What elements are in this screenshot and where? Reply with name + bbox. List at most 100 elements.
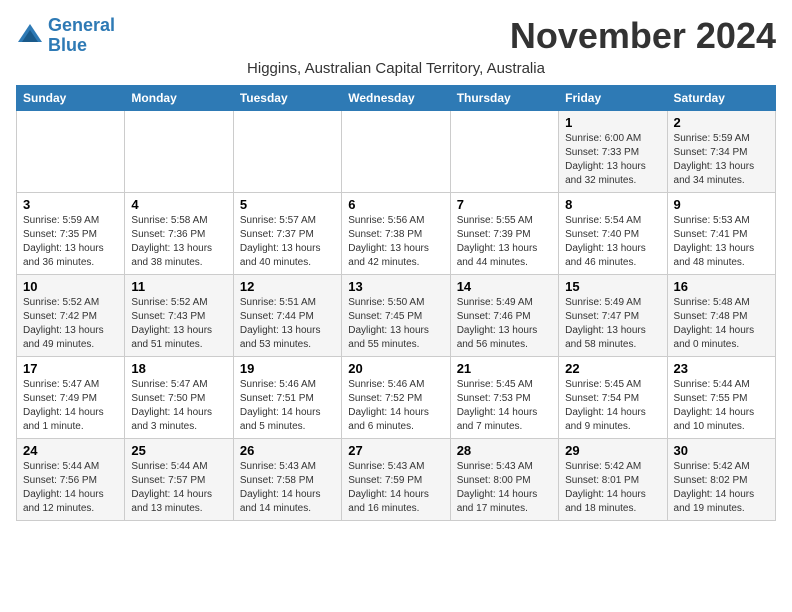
day-cell: 13 Sunrise: 5:50 AM Sunset: 7:45 PM Dayli… [342,274,450,356]
day-cell [342,110,450,192]
day-info: Sunrise: 5:51 AM Sunset: 7:44 PM Dayligh… [240,296,335,352]
day-cell: 8 Sunrise: 5:54 AM Sunset: 7:40 PM Daylig… [559,192,667,274]
day-cell: 22 Sunrise: 5:45 AM Sunset: 7:54 PM Dayli… [559,356,667,438]
day-number: 20 [348,361,443,376]
header-row: SundayMondayTuesdayWednesdayThursdayFrid… [17,85,776,110]
day-info: Sunrise: 5:53 AM Sunset: 7:41 PM Dayligh… [674,214,769,270]
day-info: Sunrise: 5:42 AM Sunset: 8:02 PM Dayligh… [674,460,769,516]
day-number: 25 [131,443,226,458]
day-cell: 23 Sunrise: 5:44 AM Sunset: 7:55 PM Dayli… [667,356,775,438]
day-info: Sunrise: 5:45 AM Sunset: 7:53 PM Dayligh… [457,378,552,434]
logo-line1: General [48,15,115,35]
day-info: Sunrise: 5:47 AM Sunset: 7:50 PM Dayligh… [131,378,226,434]
day-number: 10 [23,279,118,294]
day-info: Sunrise: 5:52 AM Sunset: 7:42 PM Dayligh… [23,296,118,352]
header-cell-wednesday: Wednesday [342,85,450,110]
day-info: Sunrise: 5:49 AM Sunset: 7:46 PM Dayligh… [457,296,552,352]
header-cell-saturday: Saturday [667,85,775,110]
title-block: November 2024 [510,16,776,56]
day-cell [17,110,125,192]
day-info: Sunrise: 5:54 AM Sunset: 7:40 PM Dayligh… [565,214,660,270]
day-number: 7 [457,197,552,212]
day-cell [450,110,558,192]
subtitle: Higgins, Australian Capital Territory, A… [16,60,776,77]
day-cell: 16 Sunrise: 5:48 AM Sunset: 7:48 PM Dayli… [667,274,775,356]
day-cell: 29Sunrise: 5:42 AM Sunset: 8:01 PM Dayli… [559,438,667,520]
page-container: General Blue November 2024 Higgins, Aust… [16,16,776,521]
day-info: Sunrise: 5:44 AM Sunset: 7:55 PM Dayligh… [674,378,769,434]
day-cell: 18 Sunrise: 5:47 AM Sunset: 7:50 PM Dayli… [125,356,233,438]
day-number: 12 [240,279,335,294]
day-cell [125,110,233,192]
header-cell-monday: Monday [125,85,233,110]
day-number: 21 [457,361,552,376]
day-cell: 2 Sunrise: 5:59 AM Sunset: 7:34 PM Daylig… [667,110,775,192]
week-row-5: 24 Sunrise: 5:44 AM Sunset: 7:56 PM Dayli… [17,438,776,520]
logo-text: General Blue [48,16,115,56]
day-info: Sunrise: 5:43 AM Sunset: 7:59 PM Dayligh… [348,460,443,516]
day-number: 4 [131,197,226,212]
month-title: November 2024 [510,16,776,56]
logo: General Blue [16,16,115,56]
day-number: 22 [565,361,660,376]
day-cell: 5 Sunrise: 5:57 AM Sunset: 7:37 PM Daylig… [233,192,341,274]
day-number: 26 [240,443,335,458]
day-number: 27 [348,443,443,458]
day-cell: 24 Sunrise: 5:44 AM Sunset: 7:56 PM Dayli… [17,438,125,520]
logo-line2: Blue [48,35,87,55]
day-info: Sunrise: 5:42 AM Sunset: 8:01 PM Dayligh… [565,460,660,516]
day-info: Sunrise: 5:49 AM Sunset: 7:47 PM Dayligh… [565,296,660,352]
day-cell: 15 Sunrise: 5:49 AM Sunset: 7:47 PM Dayli… [559,274,667,356]
header-top: General Blue November 2024 [16,16,776,56]
day-info: Sunrise: 5:47 AM Sunset: 7:49 PM Dayligh… [23,378,118,434]
week-row-3: 10 Sunrise: 5:52 AM Sunset: 7:42 PM Dayli… [17,274,776,356]
day-cell: 1Sunrise: 6:00 AM Sunset: 7:33 PM Daylig… [559,110,667,192]
day-info: Sunrise: 5:59 AM Sunset: 7:35 PM Dayligh… [23,214,118,270]
day-number: 18 [131,361,226,376]
day-info: Sunrise: 5:59 AM Sunset: 7:34 PM Dayligh… [674,132,769,188]
day-number: 5 [240,197,335,212]
header-cell-friday: Friday [559,85,667,110]
day-info: Sunrise: 6:00 AM Sunset: 7:33 PM Dayligh… [565,132,660,188]
day-cell: 25 Sunrise: 5:44 AM Sunset: 7:57 PM Dayli… [125,438,233,520]
day-cell: 4 Sunrise: 5:58 AM Sunset: 7:36 PM Daylig… [125,192,233,274]
day-info: Sunrise: 5:46 AM Sunset: 7:52 PM Dayligh… [348,378,443,434]
day-cell: 12 Sunrise: 5:51 AM Sunset: 7:44 PM Dayli… [233,274,341,356]
day-number: 16 [674,279,769,294]
day-number: 19 [240,361,335,376]
day-number: 17 [23,361,118,376]
day-info: Sunrise: 5:50 AM Sunset: 7:45 PM Dayligh… [348,296,443,352]
day-number: 28 [457,443,552,458]
header-cell-sunday: Sunday [17,85,125,110]
day-number: 24 [23,443,118,458]
week-row-2: 3Sunrise: 5:59 AM Sunset: 7:35 PM Daylig… [17,192,776,274]
day-cell: 11 Sunrise: 5:52 AM Sunset: 7:43 PM Dayli… [125,274,233,356]
day-info: Sunrise: 5:58 AM Sunset: 7:36 PM Dayligh… [131,214,226,270]
day-info: Sunrise: 5:52 AM Sunset: 7:43 PM Dayligh… [131,296,226,352]
day-info: Sunrise: 5:44 AM Sunset: 7:57 PM Dayligh… [131,460,226,516]
day-number: 13 [348,279,443,294]
day-number: 14 [457,279,552,294]
day-cell: 14 Sunrise: 5:49 AM Sunset: 7:46 PM Dayli… [450,274,558,356]
day-number: 11 [131,279,226,294]
day-info: Sunrise: 5:55 AM Sunset: 7:39 PM Dayligh… [457,214,552,270]
day-cell [233,110,341,192]
day-cell: 19Sunrise: 5:46 AM Sunset: 7:51 PM Dayli… [233,356,341,438]
day-number: 15 [565,279,660,294]
day-info: Sunrise: 5:44 AM Sunset: 7:56 PM Dayligh… [23,460,118,516]
day-cell: 27 Sunrise: 5:43 AM Sunset: 7:59 PM Dayli… [342,438,450,520]
day-number: 23 [674,361,769,376]
day-number: 9 [674,197,769,212]
day-info: Sunrise: 5:48 AM Sunset: 7:48 PM Dayligh… [674,296,769,352]
day-info: Sunrise: 5:57 AM Sunset: 7:37 PM Dayligh… [240,214,335,270]
day-info: Sunrise: 5:56 AM Sunset: 7:38 PM Dayligh… [348,214,443,270]
day-cell: 20 Sunrise: 5:46 AM Sunset: 7:52 PM Dayli… [342,356,450,438]
day-number: 8 [565,197,660,212]
day-info: Sunrise: 5:43 AM Sunset: 8:00 PM Dayligh… [457,460,552,516]
week-row-1: 1Sunrise: 6:00 AM Sunset: 7:33 PM Daylig… [17,110,776,192]
day-number: 2 [674,115,769,130]
day-cell: 21 Sunrise: 5:45 AM Sunset: 7:53 PM Dayli… [450,356,558,438]
day-cell: 3Sunrise: 5:59 AM Sunset: 7:35 PM Daylig… [17,192,125,274]
day-cell: 28 Sunrise: 5:43 AM Sunset: 8:00 PM Dayli… [450,438,558,520]
day-info: Sunrise: 5:45 AM Sunset: 7:54 PM Dayligh… [565,378,660,434]
